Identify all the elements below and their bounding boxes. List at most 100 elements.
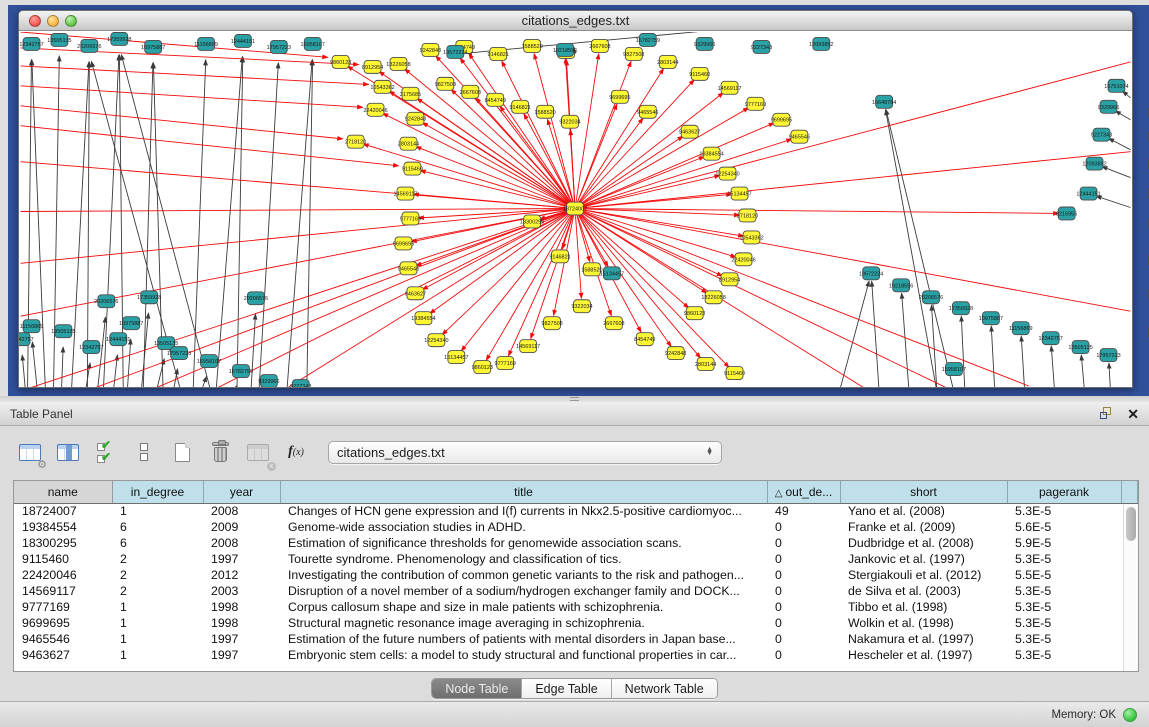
graph-node[interactable]: 12444151: [231, 34, 255, 47]
graph-node[interactable]: 10543362: [370, 80, 394, 93]
table-row[interactable]: 977716911998Corpus callosum shape and si…: [14, 599, 1138, 615]
table-cell[interactable]: Corpus callosum shape and size in male p…: [280, 599, 767, 615]
graph-node[interactable]: 9242848: [665, 347, 686, 360]
graph-node[interactable]: 18724007: [563, 202, 587, 215]
table-cell[interactable]: 0: [767, 535, 840, 551]
graph-node[interactable]: 9465546: [398, 262, 419, 275]
graph-node[interactable]: 9777169: [400, 212, 421, 225]
graph-node[interactable]: 9463627: [679, 125, 700, 138]
graph-node[interactable]: 12444151: [106, 333, 130, 346]
new-column-icon[interactable]: [166, 436, 198, 468]
table-cell[interactable]: 9699695: [14, 615, 112, 631]
graph-node[interactable]: 22420046: [731, 253, 755, 266]
graph-node[interactable]: 20206576: [919, 291, 943, 304]
graph-node[interactable]: 9465546: [637, 105, 658, 118]
graph-node[interactable]: 20206576: [94, 295, 118, 308]
table-row[interactable]: 969969511998Structural magnetic resonanc…: [14, 615, 1138, 631]
table-cell[interactable]: 1997: [203, 647, 280, 663]
show-column-icon[interactable]: [52, 436, 84, 468]
graph-node[interactable]: 2803144: [657, 55, 678, 68]
table-cell[interactable]: Yano et al. (2008): [840, 503, 1007, 519]
table-cell[interactable]: 2: [112, 583, 203, 599]
graph-node[interactable]: 9329966: [258, 375, 279, 387]
graph-node[interactable]: 16958107: [942, 363, 966, 376]
graph-node[interactable]: 11156869: [20, 320, 44, 333]
scrollbar-thumb[interactable]: [1126, 507, 1136, 541]
table-cell[interactable]: 5.3E-5: [1007, 583, 1121, 599]
graph-node[interactable]: 16782759: [229, 365, 253, 378]
graph-node[interactable]: 3175685: [400, 87, 421, 100]
graph-node[interactable]: 9242848: [405, 112, 426, 125]
graph-node[interactable]: 11156869: [194, 37, 218, 50]
column-header-out_de[interactable]: △out_de...: [767, 481, 840, 503]
graph-node[interactable]: 11156869: [1009, 322, 1033, 335]
table-cell[interactable]: 2008: [203, 503, 280, 519]
graph-node[interactable]: 12093852: [809, 37, 833, 50]
table-cell[interactable]: Tibbo et al. (1998): [840, 599, 1007, 615]
graph-node[interactable]: 12342757: [1038, 332, 1062, 345]
table-cell[interactable]: Wolkin et al. (1998): [840, 615, 1007, 631]
graph-node[interactable]: 8454749: [485, 93, 506, 106]
graph-node[interactable]: 12444151: [1076, 187, 1100, 200]
graph-node[interactable]: 19384554: [699, 147, 723, 160]
graph-node[interactable]: 9699695: [609, 90, 630, 103]
graph-node[interactable]: 14569117: [516, 340, 540, 353]
panel-resize-divider[interactable]: [0, 396, 1149, 402]
table-row[interactable]: 1830029562008Estimation of significance …: [14, 535, 1138, 551]
table-cell[interactable]: 2012: [203, 567, 280, 583]
graph-node[interactable]: 12342757: [19, 333, 34, 346]
table-cell[interactable]: Structural magnetic resonance image aver…: [280, 615, 767, 631]
graph-node[interactable]: 17957223: [167, 347, 191, 360]
tab-edge-table[interactable]: Edge Table: [522, 679, 611, 698]
graph-node[interactable]: 12342757: [19, 37, 43, 50]
close-window-icon[interactable]: [29, 15, 41, 27]
table-cell[interactable]: Dudbridge et al. (2008): [840, 535, 1007, 551]
graph-node[interactable]: 2803144: [695, 358, 716, 371]
table-cell[interactable]: 0: [767, 599, 840, 615]
table-cell[interactable]: 9777169: [14, 599, 112, 615]
table-cell[interactable]: Tourette syndrome. Phenomenology and cla…: [280, 551, 767, 567]
graph-node[interactable]: 8912954: [362, 60, 383, 73]
table-cell[interactable]: Franke et al. (2009): [840, 519, 1007, 535]
graph-node[interactable]: 19218596: [889, 279, 913, 292]
table-cell[interactable]: Genome-wide association studies in ADHD.: [280, 519, 767, 535]
column-header-short[interactable]: short: [840, 481, 1007, 503]
table-cell[interactable]: 2: [112, 551, 203, 567]
table-cell[interactable]: 5.3E-5: [1007, 647, 1121, 663]
graph-node[interactable]: 9699695: [393, 237, 414, 250]
table-cell[interactable]: 22420046: [14, 567, 112, 583]
graph-node[interactable]: 9227343: [751, 40, 772, 53]
table-source-select[interactable]: citations_edges.txt ▲▼: [328, 441, 722, 464]
table-cell[interactable]: 6: [112, 535, 203, 551]
graph-node[interactable]: 16958107: [301, 37, 325, 50]
graph-node[interactable]: 10975887: [141, 40, 165, 53]
table-cell[interactable]: Stergiakouli et al. (2012): [840, 567, 1007, 583]
table-cell[interactable]: 18300295: [14, 535, 112, 551]
network-canvas[interactable]: 1872400718300295986012389129541822605810…: [19, 32, 1132, 387]
table-row[interactable]: 1872400712008Changes of HCN gene express…: [14, 503, 1138, 519]
table-cell[interactable]: 2: [112, 567, 203, 583]
table-cell[interactable]: 5.3E-5: [1007, 631, 1121, 647]
table-row[interactable]: 946362711997Embryonic stem cells: a mode…: [14, 647, 1138, 663]
graph-node[interactable]: 2667608: [460, 85, 481, 98]
graph-node[interactable]: 9242848: [420, 43, 441, 56]
table-cell[interactable]: 14569117: [14, 583, 112, 599]
graph-node[interactable]: 19218596: [553, 43, 577, 56]
graph-node[interactable]: 9827508: [623, 47, 644, 60]
graph-node[interactable]: 9329966: [694, 37, 715, 50]
table-scrollbar[interactable]: [1123, 504, 1138, 671]
table-cell[interactable]: 1: [112, 631, 203, 647]
table-cell[interactable]: 5.6E-5: [1007, 519, 1121, 535]
table-cell[interactable]: 2008: [203, 535, 280, 551]
select-all-icon[interactable]: ✔ ✔: [90, 436, 122, 468]
table-cell[interactable]: Changes of HCN gene expression and I(f) …: [280, 503, 767, 519]
table-row[interactable]: 946554611997Estimation of the future num…: [14, 631, 1138, 647]
graph-node[interactable]: 9227343: [1091, 128, 1112, 141]
graph-node[interactable]: 15134457: [600, 267, 624, 280]
table-cell[interactable]: 0: [767, 567, 840, 583]
graph-node[interactable]: 9860123: [330, 55, 351, 68]
graph-node[interactable]: 17957223: [267, 40, 291, 53]
graph-node[interactable]: 12254340: [424, 334, 448, 347]
column-header-title[interactable]: title: [280, 481, 767, 503]
table-cell[interactable]: 2009: [203, 519, 280, 535]
